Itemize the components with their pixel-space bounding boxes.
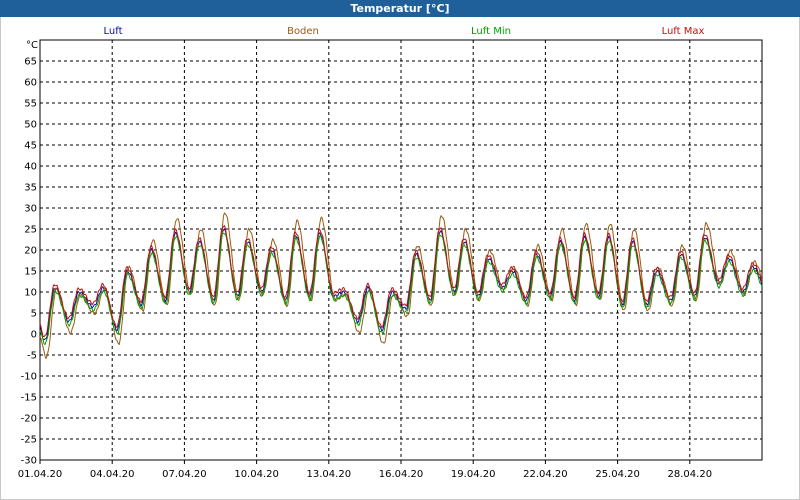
y-tick-label: 20 <box>24 246 37 257</box>
y-tick-label: 0 <box>31 330 37 341</box>
x-tick-label: 22.04.20 <box>523 469 568 480</box>
legend-item-luftmin: Luft Min <box>471 26 511 37</box>
y-tick-label: 25 <box>24 225 37 236</box>
x-tick-label: 01.04.20 <box>18 469 63 480</box>
legend-item-luftmax: Luft Max <box>662 26 705 37</box>
grid-lines <box>40 40 762 460</box>
y-tick-label: 10 <box>24 288 37 299</box>
x-tick-label: 28.04.20 <box>668 469 713 480</box>
y-tick-label: -25 <box>21 435 37 446</box>
temperature-chart: 65605550454035302520151050-5-10-15-20-25… <box>18 26 763 480</box>
y-tick-label: 50 <box>24 120 37 131</box>
y-axis-ticks: 65605550454035302520151050-5-10-15-20-25… <box>21 57 37 467</box>
y-tick-label: 45 <box>24 141 37 152</box>
y-tick-label: 5 <box>31 309 37 320</box>
y-tick-label: 35 <box>24 183 37 194</box>
y-tick-label: -20 <box>21 414 37 425</box>
x-tick-label: 04.04.20 <box>90 469 135 480</box>
y-tick-label: 60 <box>24 78 37 89</box>
x-axis-ticks: 01.04.20 04.04.20 07.04.20 10.04.20 13.04.20… <box>18 460 712 480</box>
y-tick-label: 55 <box>24 99 37 110</box>
y-tick-label: 40 <box>24 162 37 173</box>
x-tick-label: 13.04.20 <box>307 469 352 480</box>
y-tick-label: 65 <box>24 57 37 68</box>
x-tick-label: 19.04.20 <box>451 469 496 480</box>
x-tick-label: 07.04.20 <box>162 469 207 480</box>
x-tick-label: 10.04.20 <box>234 469 279 480</box>
legend: Luft Boden Luft Min Luft Max <box>104 26 705 37</box>
legend-item-boden: Boden <box>287 26 319 37</box>
y-tick-label: -15 <box>21 393 37 404</box>
x-tick-label: 16.04.20 <box>379 469 424 480</box>
y-tick-label: -5 <box>27 351 37 362</box>
x-tick-label: 25.04.20 <box>595 469 640 480</box>
legend-item-luft: Luft <box>104 26 123 37</box>
y-tick-label: 15 <box>24 267 37 278</box>
y-axis-unit-label: °C <box>26 40 38 51</box>
y-tick-label: -10 <box>21 372 37 383</box>
y-tick-label: -30 <box>21 456 37 467</box>
y-tick-label: 30 <box>24 204 37 215</box>
